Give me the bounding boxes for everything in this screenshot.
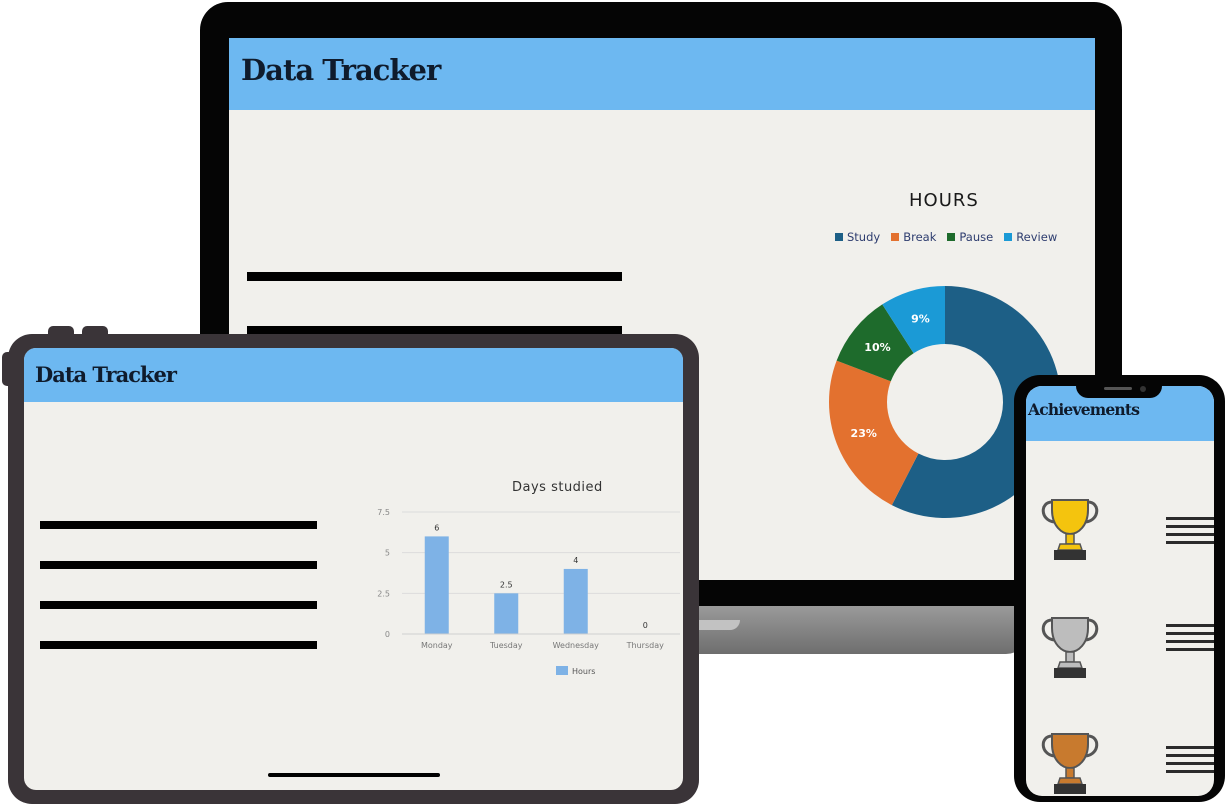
placeholder-text-line — [40, 641, 317, 649]
silver-trophy-icon — [1041, 617, 1099, 678]
legend-swatch — [835, 233, 843, 241]
legend-label: Break — [903, 230, 937, 244]
placeholder-text-line — [40, 601, 317, 609]
bar-wednesday — [563, 568, 588, 634]
bar-value-label: 4 — [573, 556, 578, 565]
bar-chart: 0 2.5 5 7.5 6 Monday 2.5 Tuesday 4 Wednesday 0 Thur… — [377, 508, 680, 676]
achievement-text-lines — [1166, 624, 1214, 656]
phone-speaker — [1104, 387, 1132, 390]
phone-app-title: Achievements — [1028, 400, 1140, 419]
legend-item-study: Study — [835, 230, 880, 244]
bar-chart-title: Days studied — [512, 480, 603, 495]
x-tick-label: Tuesday — [489, 641, 523, 650]
donut-slice-label: 23% — [851, 427, 877, 440]
bar-value-label: 6 — [434, 523, 439, 532]
placeholder-text-line — [247, 272, 622, 281]
legend-item-break: Break — [891, 230, 936, 244]
tablet-header: Data Tracker — [24, 348, 683, 402]
legend-item-pause: Pause — [947, 230, 993, 244]
laptop-header: Data Tracker — [229, 38, 1095, 110]
legend-label: Hours — [572, 667, 595, 676]
x-tick-label: Monday — [421, 641, 453, 650]
x-tick-label: Wednesday — [553, 641, 600, 650]
laptop-app-title: Data Tracker — [241, 53, 441, 87]
bar-tuesday — [494, 593, 519, 634]
placeholder-text-line — [40, 521, 317, 529]
tablet-app-title: Data Tracker — [35, 362, 177, 387]
legend-swatch — [1004, 233, 1013, 241]
tablet-screen: Data Tracker Days studied 0 2.5 5 7.5 6 Monda… — [24, 348, 683, 790]
bronze-trophy-icon — [1041, 733, 1099, 794]
phone-screen: Achievements — [1026, 386, 1214, 796]
donut-slice-label: 9% — [911, 313, 930, 326]
donut-slice-label: 10% — [864, 341, 890, 354]
phone-camera — [1140, 386, 1146, 392]
achievement-text-lines — [1166, 746, 1214, 778]
x-tick-label: Thursday — [626, 641, 664, 650]
y-tick-label: 5 — [385, 549, 390, 558]
home-indicator[interactable] — [268, 773, 440, 777]
legend-label: Pause — [959, 230, 994, 244]
legend-swatch — [947, 233, 956, 241]
legend-item-review: Review — [1004, 230, 1057, 244]
y-tick-label: 0 — [385, 630, 390, 639]
y-tick-label: 2.5 — [377, 589, 390, 598]
legend-label: Study — [847, 230, 881, 244]
donut-chart-title: HOURS — [909, 190, 979, 211]
legend-label: Review — [1016, 230, 1058, 244]
gold-trophy-icon — [1041, 499, 1099, 560]
achievement-text-lines — [1166, 517, 1214, 549]
bar-monday — [424, 536, 449, 634]
donut-chart-legend: Study Break Pause Review — [835, 230, 1057, 244]
legend-swatch — [556, 666, 568, 675]
legend-swatch — [891, 233, 900, 241]
y-tick-label: 7.5 — [377, 508, 390, 517]
bar-value-label: 2.5 — [500, 580, 513, 589]
placeholder-text-line — [40, 561, 317, 569]
bar-value-label: 0 — [643, 621, 648, 630]
